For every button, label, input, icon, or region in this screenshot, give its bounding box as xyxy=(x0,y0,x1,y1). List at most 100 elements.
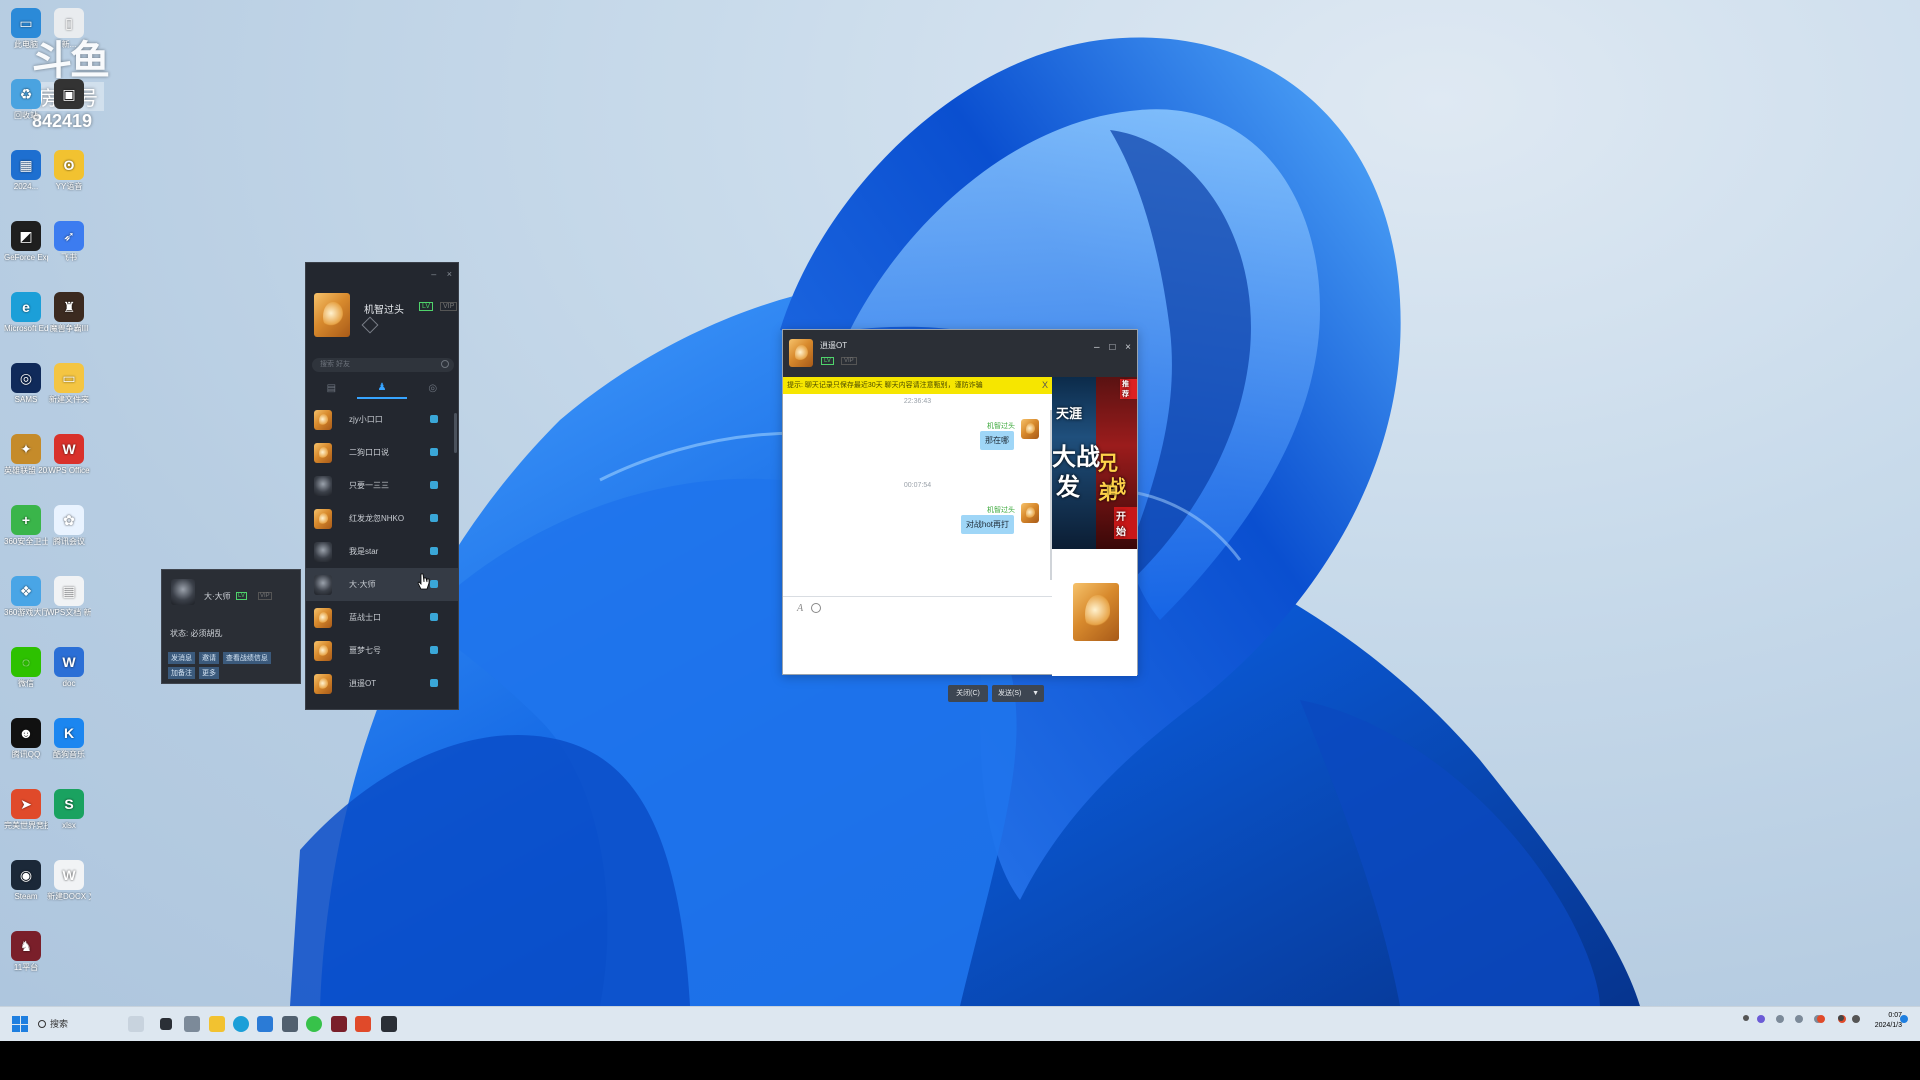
desktop-icon[interactable]: ♜ 魔兽争霸III xyxy=(47,292,91,334)
chat-app-icon[interactable] xyxy=(184,1016,200,1032)
desktop-icon[interactable]: ☻ 腾讯QQ xyxy=(4,718,48,760)
desktop-icon[interactable]: ➶ 飞书 xyxy=(47,221,91,263)
notice-close-icon[interactable]: X xyxy=(1042,377,1048,394)
friend-row[interactable]: 我是star xyxy=(306,535,458,568)
friend-row[interactable]: 蓝战士口 xyxy=(306,601,458,634)
tray-volume-icon[interactable] xyxy=(1852,1015,1860,1023)
desktop-icon[interactable]: ʘ YY语音 xyxy=(47,150,91,192)
desktop-icon[interactable]: ✿ 腾讯会议 xyxy=(47,505,91,547)
desktop-icon[interactable]: ▦ 2024... xyxy=(4,150,48,192)
ad-start-button[interactable]: 开始 xyxy=(1114,507,1137,539)
minimize-button[interactable]: – xyxy=(431,269,436,279)
chat-close-button[interactable]: 关闭(C) xyxy=(948,685,988,702)
my-profile[interactable]: 机智过头 LV VIP xyxy=(314,293,458,353)
desktop-icon[interactable]: e Microsoft Edge xyxy=(4,292,48,334)
close-button[interactable]: × xyxy=(1125,342,1131,353)
game-platform-icon[interactable] xyxy=(306,1016,322,1032)
task-view-icon[interactable] xyxy=(160,1018,172,1030)
desktop-icon[interactable]: ♞ 11平台 xyxy=(4,931,48,973)
desktop-icon[interactable]: ♻ 回收站 xyxy=(4,79,48,121)
friend-list-scrollbar[interactable] xyxy=(454,413,457,453)
friend-row[interactable]: 只要一三三 xyxy=(306,469,458,502)
tab-friends[interactable]: ♟ xyxy=(356,377,408,399)
chat-peer-avatar-small[interactable] xyxy=(789,339,813,367)
desktop-icon[interactable]: ◩ GeForce Experience xyxy=(4,221,48,263)
hover-action-stats[interactable]: 查看战绩信息 xyxy=(222,652,271,664)
friend-name: 红发龙忽NHKO xyxy=(349,514,405,523)
file-explorer-icon[interactable] xyxy=(209,1016,225,1032)
desktop-icon[interactable]: ▣ xyxy=(47,79,91,111)
desktop-icon[interactable]: ▭ 此电脑 xyxy=(4,8,48,50)
emoji-icon[interactable] xyxy=(811,603,821,613)
desktop-icon[interactable]: ▯ 新... xyxy=(47,8,91,50)
desktop-icon[interactable]: K 酷狗音乐 xyxy=(47,718,91,760)
friend-row[interactable]: 噩梦七号 xyxy=(306,634,458,667)
desktop-icon[interactable]: ◌ 微信 xyxy=(4,647,48,689)
hover-action-more[interactable]: 更多 xyxy=(198,667,219,679)
desktop-icon[interactable]: Wdoc xyxy=(47,647,91,689)
hover-action-remark[interactable]: 加备注 xyxy=(168,667,195,679)
send-options-dropdown-icon[interactable]: ▼ xyxy=(1032,685,1039,702)
close-button[interactable]: × xyxy=(447,269,452,279)
maximize-button[interactable]: □ xyxy=(1109,342,1115,353)
desktop-icon-label: 360游戏大厅 xyxy=(4,608,48,617)
desktop-icon[interactable]: ◎ SAMS xyxy=(4,363,48,405)
platform-11-icon[interactable] xyxy=(331,1016,347,1032)
tray-mic-icon[interactable] xyxy=(1776,1015,1784,1023)
hover-action-invite[interactable]: 邀请 xyxy=(198,652,219,664)
desktop-icon[interactable]: ✦ 英雄联盟 2022 xyxy=(4,434,48,476)
friend-row[interactable]: 大·大师 xyxy=(306,568,458,601)
desktop-app-icon: ☻ xyxy=(11,718,41,748)
desktop-icon[interactable]: Sxlsx xyxy=(47,789,91,831)
taskbar-clock[interactable]: 0:07 2024/1/3 xyxy=(1875,1011,1902,1031)
wifi-icon[interactable] xyxy=(1838,1015,1844,1021)
app-icon[interactable] xyxy=(282,1016,298,1032)
game-status-icon xyxy=(430,580,438,588)
tab-groups[interactable]: ◎ xyxy=(407,377,458,399)
desktop-icon[interactable]: ❖ 360游戏大厅 xyxy=(4,576,48,618)
desktop-app-icon: W xyxy=(54,860,84,890)
chat-send-button[interactable]: 发送(S) ▼ xyxy=(992,685,1044,702)
desktop-icon[interactable]: ➤ 完美世界竞技平台 xyxy=(4,789,48,831)
my-avatar[interactable] xyxy=(314,293,350,337)
desktop-icon[interactable]: W 新建DOCX 文档.docx xyxy=(47,860,91,902)
my-username: 机智过头 xyxy=(364,305,404,316)
chat-input-area[interactable]: A 关闭(C) 发送(S) ▼ xyxy=(783,596,1052,702)
desktop-icon[interactable]: +360安全卫士 xyxy=(4,505,48,547)
desktop-app-icon: ✿ xyxy=(54,505,84,535)
game-status-icon xyxy=(430,448,438,456)
taskbar-search[interactable]: 搜索 xyxy=(36,1015,116,1033)
chat-peer-avatar-large[interactable] xyxy=(1073,583,1119,641)
notification-icon[interactable] xyxy=(1900,1015,1908,1023)
widgets-icon[interactable] xyxy=(128,1016,144,1032)
friend-row[interactable]: zjy小口口 xyxy=(306,403,458,436)
desktop-icon[interactable]: W WPS Office xyxy=(47,434,91,476)
windows-start-icon[interactable] xyxy=(12,1016,28,1032)
font-style-icon[interactable]: A xyxy=(797,603,803,614)
chat-titlebar[interactable]: 逍遥OT LV VIP – □ × xyxy=(783,330,1137,377)
friend-row[interactable]: 红发龙忽NHKO xyxy=(306,502,458,535)
desktop-icon[interactable]: ▤ WPS文档 新建文档 xyxy=(47,576,91,618)
tray-app-icon[interactable] xyxy=(1795,1015,1803,1023)
desktop-icon[interactable]: ◉ Steam xyxy=(4,860,48,902)
desktop-icon-label: doc xyxy=(62,679,76,688)
friend-row[interactable]: 二狗口口说 xyxy=(306,436,458,469)
tray-app-icon[interactable] xyxy=(1757,1015,1765,1023)
edge-icon[interactable] xyxy=(233,1016,249,1032)
desktop-icon[interactable]: ▭ 新建文件夹 xyxy=(47,363,91,405)
friend-search-input[interactable]: 搜索 好友 xyxy=(312,358,454,372)
tray-app-icon[interactable] xyxy=(1817,1015,1825,1023)
hover-action-message[interactable]: 发消息 xyxy=(168,652,195,664)
tray-overflow-icon[interactable] xyxy=(1743,1015,1749,1021)
tab-chats[interactable]: ▤ xyxy=(306,377,357,399)
desktop-icon-label: GeForce Experience xyxy=(4,253,48,262)
send-button-label: 发送(S) xyxy=(998,690,1022,697)
minimize-button[interactable]: – xyxy=(1094,342,1100,353)
perfect-world-icon[interactable] xyxy=(355,1016,371,1032)
game-status-icon xyxy=(430,646,438,654)
game-ad-banner[interactable]: 天涯 大战 发 推荐 兄弟 战 开始 xyxy=(1052,377,1137,549)
friend-row[interactable]: 逍遥OT xyxy=(306,667,458,700)
friend-name: 噩梦七号 xyxy=(349,646,381,655)
active-app-icon[interactable] xyxy=(381,1016,397,1032)
store-icon[interactable] xyxy=(257,1016,273,1032)
